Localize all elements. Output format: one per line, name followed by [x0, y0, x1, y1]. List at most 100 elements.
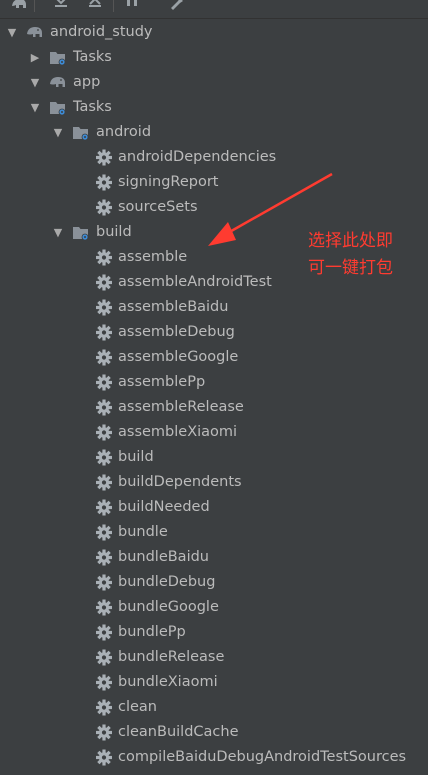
task-item[interactable]: signingReport	[0, 170, 428, 195]
tree-node-label: Tasks	[73, 49, 112, 65]
tree-node-label: assembleGoogle	[118, 349, 239, 365]
collapse-all-icon[interactable]	[86, 0, 104, 12]
gear-icon	[95, 674, 113, 691]
task-folder-icon	[72, 124, 90, 141]
gear-icon	[95, 524, 113, 541]
tree-node-root-tasks[interactable]: ▶ Tasks	[0, 45, 428, 70]
task-item[interactable]: bundleDebug	[0, 570, 428, 595]
task-item[interactable]: clean	[0, 695, 428, 720]
task-item[interactable]: assembleBaidu	[0, 295, 428, 320]
expand-arrow-icon[interactable]: ▼	[51, 220, 65, 245]
tree-node-label: assembleDebug	[118, 324, 235, 340]
tree-node-label: bundleDebug	[118, 574, 216, 590]
gear-icon	[95, 174, 113, 191]
task-item[interactable]: buildNeeded	[0, 495, 428, 520]
tree-node-label: buildDependents	[118, 474, 242, 490]
gear-icon	[95, 424, 113, 441]
gear-icon	[95, 349, 113, 366]
gear-icon	[95, 199, 113, 216]
tree-node-label: app	[73, 74, 101, 90]
gear-icon	[95, 699, 113, 716]
tree-node-label: assemble	[118, 249, 188, 265]
task-folder-icon	[49, 49, 67, 66]
tree-node-label: bundleGoogle	[118, 599, 219, 615]
task-item[interactable]: assembleRelease	[0, 395, 428, 420]
tree-node-label: assemblePp	[118, 374, 206, 390]
tree-node-label: cleanBuildCache	[118, 724, 239, 740]
gear-icon	[95, 474, 113, 491]
task-item[interactable]: bundleRelease	[0, 645, 428, 670]
gear-icon	[95, 449, 113, 466]
task-folder-icon	[49, 99, 67, 116]
task-item[interactable]: buildDependents	[0, 470, 428, 495]
tree-node-app[interactable]: ▼ app	[0, 70, 428, 95]
annotation-line-2: 可一键打包	[308, 258, 393, 278]
gear-icon	[95, 374, 113, 391]
elephant-icon	[26, 24, 44, 41]
collapse-arrow-icon[interactable]: ▶	[28, 45, 42, 70]
tree-node-label: buildNeeded	[118, 499, 210, 515]
gradle-toolbar	[0, 0, 428, 19]
tree-node-label: assembleRelease	[118, 399, 244, 415]
gear-icon	[95, 574, 113, 591]
tree-node-label: compileBaiduDebugAndroidTestSources	[118, 749, 407, 765]
task-item[interactable]: assemblePp	[0, 370, 428, 395]
gear-icon	[95, 274, 113, 291]
tree-node-label: Tasks	[73, 99, 112, 115]
task-folder-icon	[72, 224, 90, 241]
expand-arrow-icon[interactable]: ▼	[5, 20, 19, 45]
tree-node-label: signingReport	[118, 174, 219, 190]
task-item[interactable]: compileBaiduDebugAndroidTestSources	[0, 745, 428, 770]
task-item[interactable]: bundle	[0, 520, 428, 545]
gear-icon	[95, 624, 113, 641]
task-item[interactable]: bundleGoogle	[0, 595, 428, 620]
annotation-line-1: 选择此处即	[308, 231, 393, 251]
gear-icon	[95, 249, 113, 266]
task-item[interactable]: bundlePp	[0, 620, 428, 645]
tree-node-android-study[interactable]: ▼ android_study	[0, 20, 428, 45]
expand-arrow-icon[interactable]: ▼	[28, 70, 42, 95]
expand-arrow-icon[interactable]: ▼	[51, 120, 65, 145]
wrench-icon[interactable]	[168, 0, 186, 12]
tree-node-label: bundleBaidu	[118, 549, 209, 565]
expand-arrow-icon[interactable]: ▼	[28, 95, 42, 120]
gear-icon	[95, 649, 113, 666]
gear-icon	[95, 549, 113, 566]
task-item[interactable]: sourceSets	[0, 195, 428, 220]
tree-node-label: sourceSets	[118, 199, 198, 215]
task-item[interactable]: assembleDebug	[0, 320, 428, 345]
task-item[interactable]: assembleGoogle	[0, 345, 428, 370]
tree-node-label: assembleAndroidTest	[118, 274, 272, 290]
gear-icon	[95, 299, 113, 316]
tree-node-label: assembleXiaomi	[118, 424, 238, 440]
task-item[interactable]: bundleXiaomi	[0, 670, 428, 695]
tree-node-app-tasks[interactable]: ▼ Tasks	[0, 95, 428, 120]
elephant-icon	[49, 74, 67, 91]
task-item[interactable]: build	[0, 445, 428, 470]
gear-icon	[95, 399, 113, 416]
tree-node-label: build	[96, 224, 132, 240]
task-item[interactable]: bundleBaidu	[0, 545, 428, 570]
execute-task-icon[interactable]	[124, 0, 142, 12]
gear-icon	[95, 724, 113, 741]
elephant-icon[interactable]	[10, 0, 28, 12]
tree-node-android-group[interactable]: ▼ android	[0, 120, 428, 145]
gear-icon	[95, 324, 113, 341]
tree-node-label: assembleBaidu	[118, 299, 229, 315]
task-item[interactable]: cleanBuildCache	[0, 720, 428, 745]
tree-node-label: bundleXiaomi	[118, 674, 218, 690]
tree-node-label: androidDependencies	[118, 149, 277, 165]
gear-icon	[95, 599, 113, 616]
tree-node-label: clean	[118, 699, 157, 715]
annotation-text: 选择此处即 可一键打包	[308, 228, 428, 282]
tree-node-label: bundlePp	[118, 624, 186, 640]
expand-all-icon[interactable]	[52, 0, 70, 12]
task-item[interactable]: androidDependencies	[0, 145, 428, 170]
task-item[interactable]: assembleXiaomi	[0, 420, 428, 445]
tree-node-label: android_study	[50, 24, 153, 40]
tree-node-label: android	[96, 124, 152, 140]
gear-icon	[95, 499, 113, 516]
tree-node-label: bundleRelease	[118, 649, 225, 665]
tree-node-label: build	[118, 449, 154, 465]
tree-node-label: bundle	[118, 524, 168, 540]
